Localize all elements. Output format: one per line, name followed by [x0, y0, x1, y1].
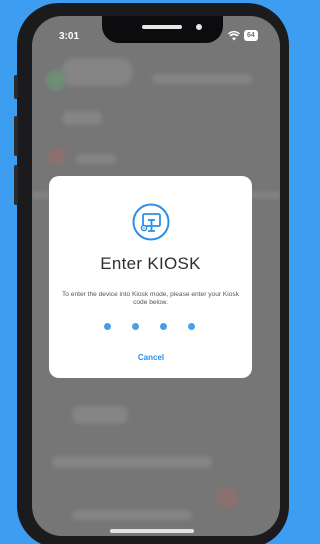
front-camera: [196, 24, 202, 30]
dialog-description: To enter the device into Kiosk mode, ple…: [61, 291, 240, 306]
dialog-title: Enter KIOSK: [100, 254, 201, 273]
speaker-grille: [142, 25, 182, 29]
battery-indicator: 64: [244, 30, 258, 41]
cancel-button[interactable]: Cancel: [119, 350, 183, 366]
mute-switch: [14, 75, 18, 99]
pin-dot: [188, 323, 195, 330]
pin-dot: [104, 323, 111, 330]
volume-down-button: [14, 165, 18, 205]
home-indicator[interactable]: [110, 529, 194, 533]
kiosk-dialog: Enter KIOSK To enter the device into Kio…: [49, 176, 252, 378]
volume-up-button: [14, 116, 18, 156]
status-time: 3:01: [59, 31, 80, 42]
pin-dot: [160, 323, 167, 330]
kiosk-monitor-icon: [131, 202, 171, 242]
pin-code-input[interactable]: [104, 323, 200, 331]
wifi-icon: [228, 30, 240, 40]
pin-dot: [132, 323, 139, 330]
status-indicators: 64: [228, 30, 258, 41]
notch: [102, 16, 223, 43]
